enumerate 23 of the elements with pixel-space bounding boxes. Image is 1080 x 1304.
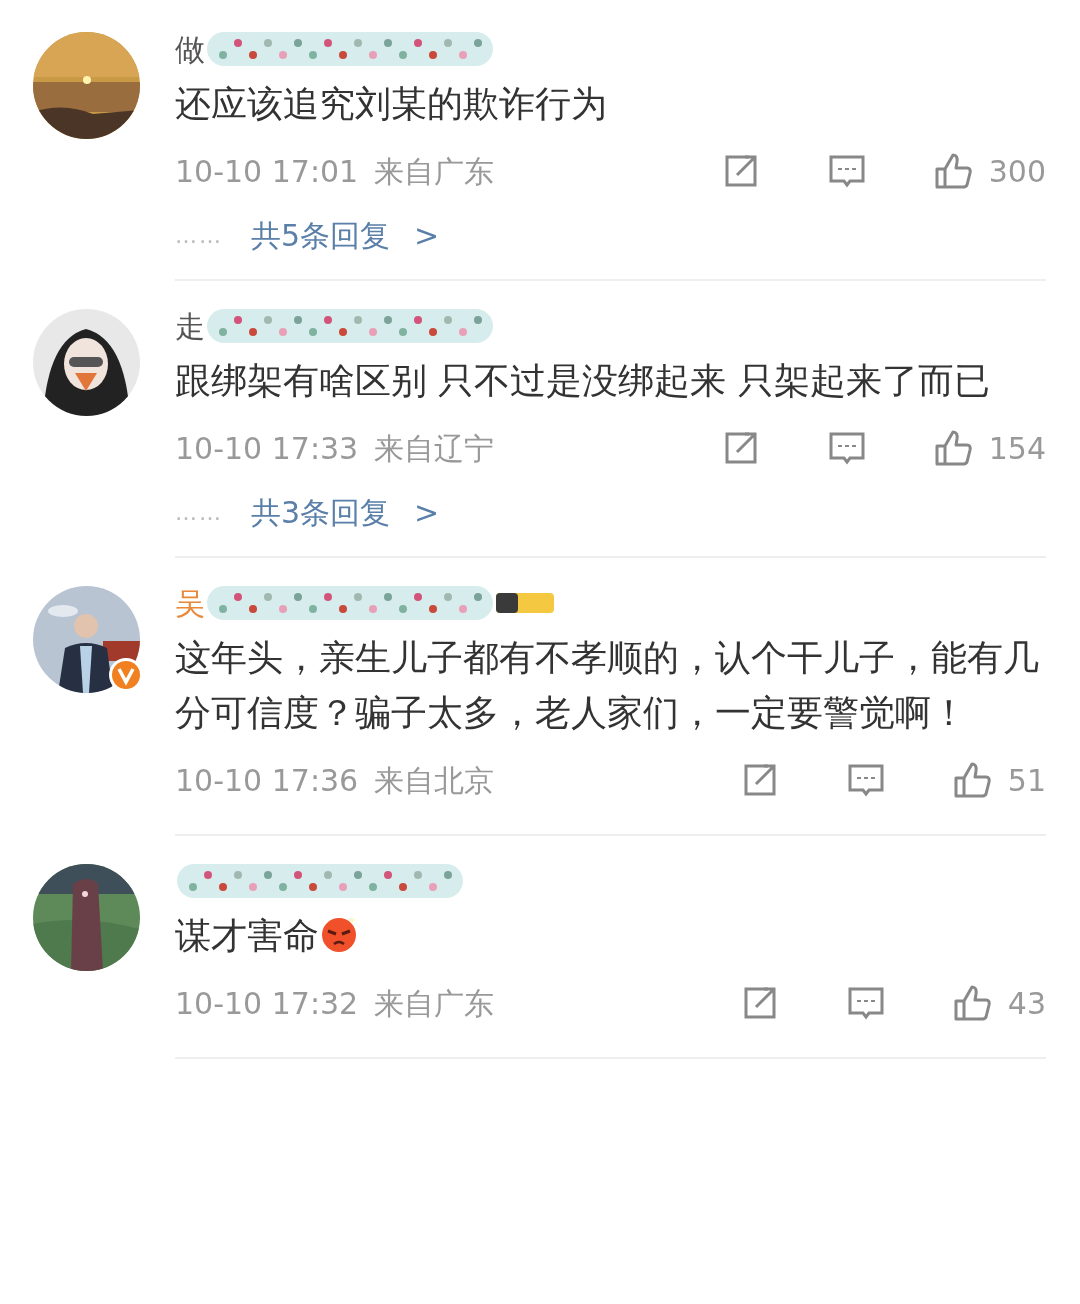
- comment-text: 还应该追究刘某的欺诈行为: [175, 82, 608, 126]
- comment-location: 来自广东: [374, 984, 495, 1023]
- comment-text: 谋才害命: [175, 908, 1046, 963]
- view-replies-link[interactable]: 共3条回复 >: [251, 489, 440, 535]
- like-count: 43: [1007, 984, 1046, 1023]
- comment-time: 10-10 17:32: [175, 984, 359, 1023]
- comment-time: 10-10 17:01: [175, 152, 359, 191]
- like-count: 51: [1007, 761, 1046, 800]
- comment-location: 来自辽宁: [374, 429, 495, 468]
- username[interactable]: 走: [175, 303, 205, 349]
- comment-location: 来自广东: [374, 152, 495, 191]
- ellipsis-dots: ……: [175, 498, 223, 527]
- comment-time: 10-10 17:33: [175, 429, 359, 468]
- view-replies-link[interactable]: 共5条回复 >: [251, 212, 440, 258]
- username[interactable]: 吴: [175, 580, 205, 626]
- comment-text: 跟绑架有啥区别 只不过是没绑起来 只架起来了而已: [175, 359, 991, 403]
- like-count: 300: [988, 152, 1046, 191]
- like-count: 154: [988, 429, 1046, 468]
- comment-location: 来自北京: [374, 761, 495, 800]
- username[interactable]: 做: [175, 26, 205, 72]
- comment-time: 10-10 17:36: [175, 761, 359, 800]
- comment-text: 这年头，亲生儿子都有不孝顺的，认个干儿子，能有几分可信度？骗子太多，老人家们，一定要警觉啊！: [175, 636, 1040, 735]
- ellipsis-dots: ……: [175, 221, 223, 250]
